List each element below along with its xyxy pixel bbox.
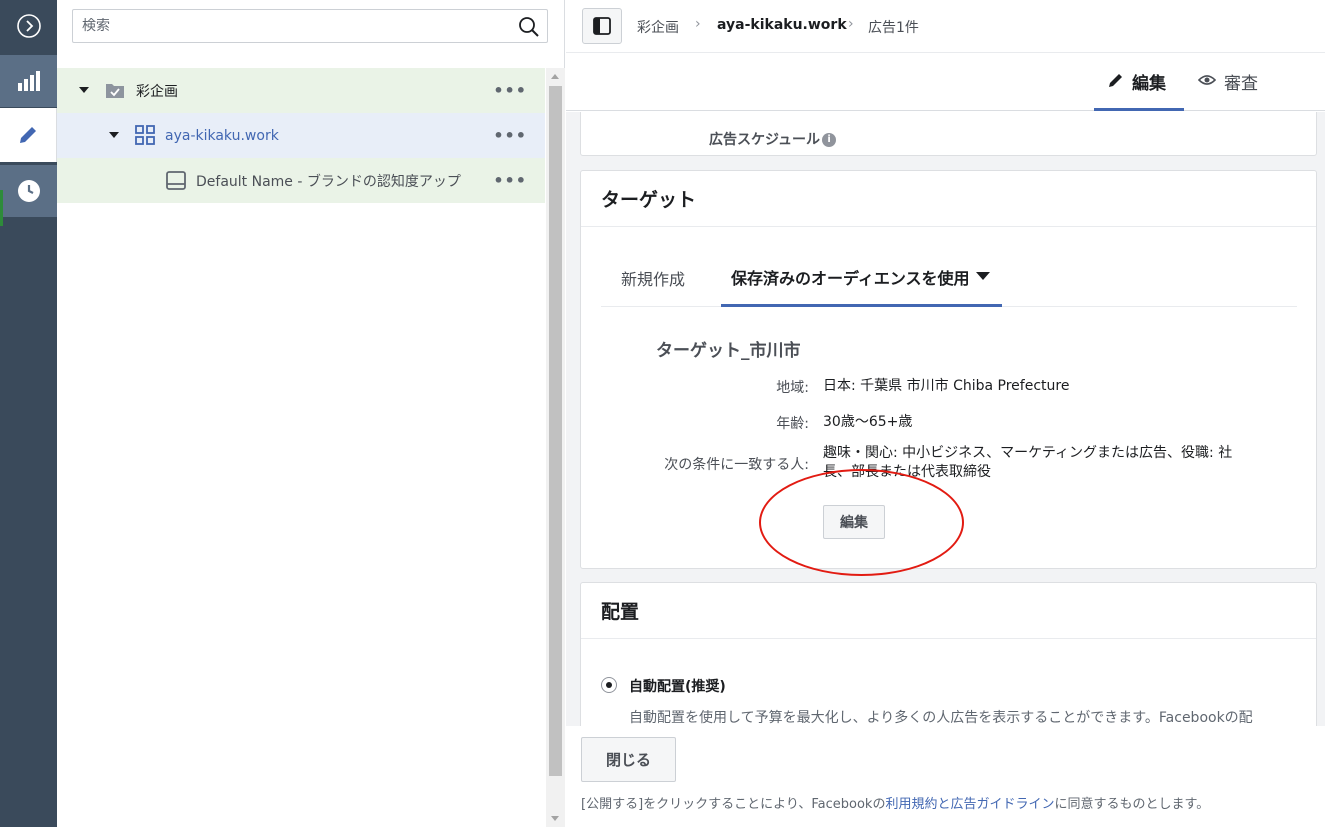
editor-content: 広告スケジュール i ターゲット 新規作成 保存済みのオーディエンスを使用 ターゲ… [566, 112, 1325, 726]
breadcrumb-adset[interactable]: aya-kikaku.work [717, 17, 847, 33]
search-icon[interactable] [518, 16, 540, 38]
ad-icon [166, 171, 186, 190]
placement-card: 配置 自動配置(推奨) 自動配置を使用して予算を最大化し、より多くの人広告を表示… [580, 582, 1317, 726]
tree-row-ad[interactable]: Default Name - ブランドの認知度アップ ••• [57, 158, 545, 203]
pencil-icon [20, 127, 36, 143]
tree-scrollbar[interactable] [546, 68, 565, 827]
tab-review-label: 審査 [1224, 74, 1258, 94]
rail-status-indicator [0, 190, 3, 226]
pencil-icon [1109, 74, 1122, 87]
breadcrumb-campaign[interactable]: 彩企画 [637, 17, 679, 37]
terms-of-service-link[interactable]: 利用規約 [885, 797, 937, 812]
audience-tabs: 新規作成 保存済みのオーディエンスを使用 [601, 249, 1297, 307]
search-input[interactable] [82, 18, 502, 34]
tab-saved-audience[interactable]: 保存済みのオーディエンスを使用 [721, 249, 1002, 307]
eye-icon [1198, 75, 1216, 85]
placement-heading: 配置 [581, 583, 1316, 639]
audience-name: ターゲット_市川市 [656, 341, 801, 361]
breadcrumb-bar: 彩企画 › aya-kikaku.work › 広告1件 [566, 0, 1325, 53]
search-box[interactable] [72, 9, 548, 43]
tree-row-label: aya-kikaku.work [165, 127, 279, 144]
clock-icon [17, 180, 40, 202]
dropdown-caret-icon[interactable] [975, 271, 990, 280]
field-value-line: 趣味・関心: 中小ビジネス、マーケティングまたは広告、役職: 社 [823, 445, 1233, 461]
schedule-card: 広告スケジュール i [580, 112, 1317, 156]
field-key: 地域: [776, 380, 809, 396]
caret-down-icon[interactable] [109, 132, 119, 138]
close-button[interactable]: 閉じる [581, 737, 676, 782]
mode-tabs: 編集 審査 [566, 53, 1325, 111]
field-value: 趣味・関心: 中小ビジネス、マーケティングまたは広告、役職: 社 長、部長または… [823, 444, 1273, 482]
target-heading: ターゲット [581, 171, 1316, 227]
chevron-right-icon: › [848, 16, 854, 32]
more-options-icon[interactable]: ••• [493, 81, 527, 100]
auto-placement-description: 自動配置を使用して予算を最大化し、より多くの人広告を表示することができます。Fa… [629, 710, 1253, 726]
footer: 閉じる [公開する]をクリックすることにより、Facebookの利用規約と広告ガ… [566, 726, 1325, 827]
field-key: 年齢: [776, 416, 809, 432]
breadcrumb-ad[interactable]: 広告1件 [868, 17, 919, 37]
terms-text: [公開する]をクリックすることにより、Facebookの利用規約と広告ガイドライ… [581, 793, 1209, 812]
scroll-down-arrow-icon[interactable] [551, 816, 559, 821]
radio-selected-dot [606, 682, 612, 688]
toggle-tree-button[interactable] [582, 8, 622, 44]
sidebar-toggle-icon [593, 17, 611, 35]
field-value: 日本: 千葉県 市川市 Chiba Prefecture [823, 378, 1070, 394]
info-icon[interactable]: i [822, 133, 837, 147]
campaign-tree-panel: 彩企画 ••• aya-kikaku.work ••• Default Name… [57, 0, 565, 827]
history-nav-button[interactable] [0, 165, 57, 217]
tab-edit-label: 編集 [1132, 74, 1166, 94]
ad-guidelines-link[interactable]: 広告ガイドライン [950, 797, 1054, 812]
field-value-line: 長、部長または代表取締役 [823, 464, 991, 480]
bar-chart-icon [17, 71, 40, 91]
scroll-up-arrow-icon[interactable] [551, 74, 559, 79]
more-options-icon[interactable]: ••• [493, 171, 527, 190]
schedule-label-text: 広告スケジュール [709, 132, 821, 148]
expand-nav-button[interactable] [0, 0, 57, 52]
tree-row-campaign[interactable]: 彩企画 ••• [57, 68, 545, 113]
schedule-label: 広告スケジュール i [709, 129, 837, 149]
field-value: 30歳～65+歳 [823, 414, 913, 430]
scroll-thumb[interactable] [549, 86, 562, 776]
editor-panel: 彩企画 › aya-kikaku.work › 広告1件 編集 審査 広告スケジ… [566, 0, 1325, 827]
tree-row-label: 彩企画 [136, 83, 178, 100]
auto-placement-radio[interactable] [601, 677, 617, 693]
terms-and-text: と [937, 797, 951, 812]
terms-suffix: に同意するものとします。 [1054, 797, 1210, 812]
campaign-folder-icon [106, 84, 124, 98]
tab-review[interactable]: 審査 [1198, 67, 1258, 111]
tab-saved-audience-label: 保存済みのオーディエンスを使用 [731, 268, 970, 288]
edit-audience-button[interactable]: 編集 [823, 505, 885, 539]
target-card: ターゲット 新規作成 保存済みのオーディエンスを使用 ターゲット_市川市 地域:… [580, 170, 1317, 569]
field-key: 次の条件に一致する人: [664, 457, 809, 473]
left-rail [0, 0, 57, 827]
more-options-icon[interactable]: ••• [493, 126, 527, 145]
auto-placement-label[interactable]: 自動配置(推奨) [629, 676, 726, 696]
caret-down-icon[interactable] [79, 87, 89, 93]
tree-list: 彩企画 ••• aya-kikaku.work ••• Default Name… [57, 68, 545, 827]
edit-nav-button[interactable] [0, 108, 57, 162]
adset-grid-icon [135, 125, 155, 145]
chevron-right-icon: › [695, 16, 701, 32]
tree-row-label: Default Name - ブランドの認知度アップ [196, 173, 461, 190]
tree-row-adset[interactable]: aya-kikaku.work ••• [57, 113, 545, 158]
tab-new-audience[interactable]: 新規作成 [621, 249, 685, 307]
terms-prefix: [公開する]をクリックすることにより、Facebookの [581, 797, 886, 812]
tab-edit[interactable]: 編集 [1094, 67, 1184, 111]
reports-nav-button[interactable] [0, 55, 57, 107]
chevron-right-circle-icon [16, 14, 41, 38]
